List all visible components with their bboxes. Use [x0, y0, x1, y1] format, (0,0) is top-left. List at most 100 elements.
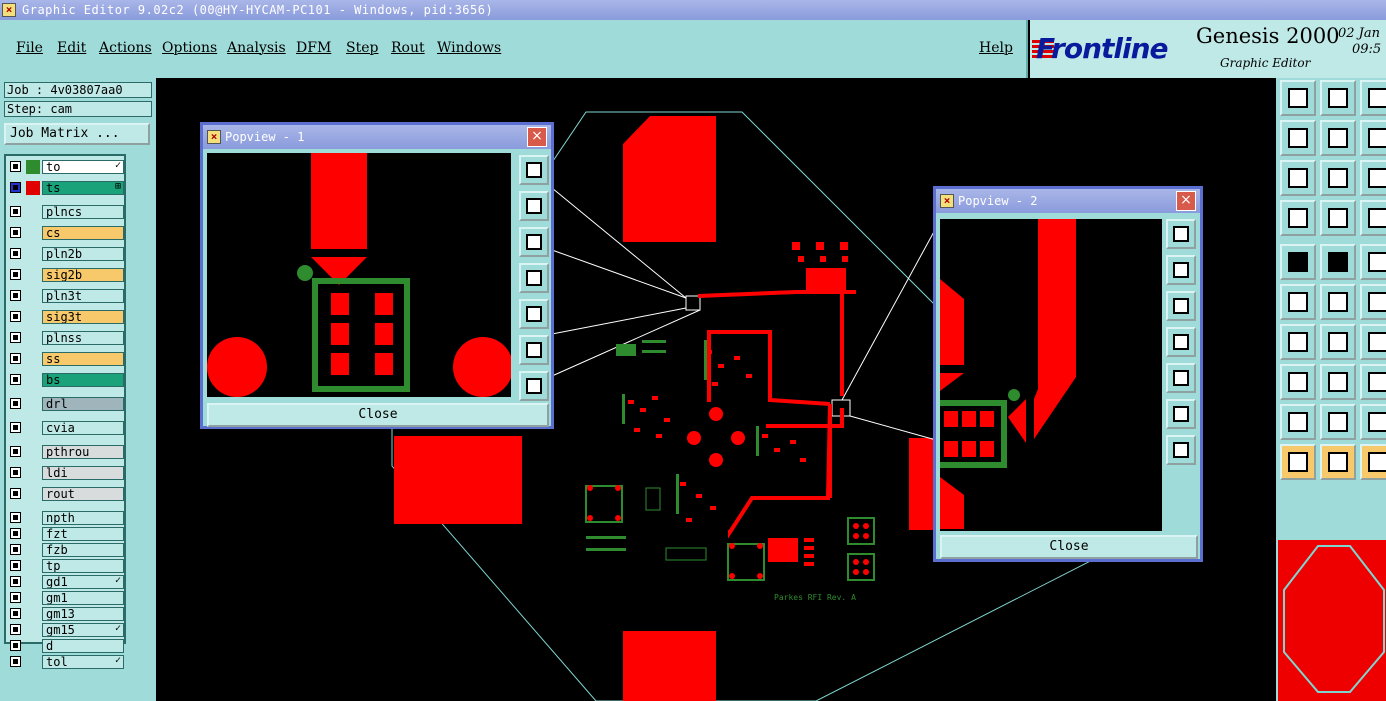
- home-tool-button[interactable]: [1360, 80, 1386, 116]
- layer-name[interactable]: plncs: [42, 205, 124, 219]
- display-settings-tool-button[interactable]: [1280, 200, 1316, 236]
- layer-checkbox[interactable]: [10, 161, 21, 172]
- layer-name[interactable]: fzb: [42, 543, 124, 557]
- layer-name[interactable]: pln2b: [42, 247, 124, 261]
- layer-checkbox[interactable]: [10, 656, 21, 667]
- select-tool-button[interactable]: [1280, 444, 1316, 480]
- overview-minimap[interactable]: [1278, 540, 1386, 701]
- popview-2-right-button[interactable]: [1166, 363, 1196, 393]
- popview-1-fit-button[interactable]: [519, 335, 549, 365]
- layer-row-gm1[interactable]: gm1: [8, 591, 124, 605]
- popview-2-view[interactable]: [940, 219, 1162, 531]
- popview-1-titlebar[interactable]: × Popview - 1 ×: [203, 125, 551, 149]
- slant-tool-button[interactable]: [1320, 324, 1356, 360]
- menu-edit[interactable]: Edit: [57, 40, 86, 56]
- layer-row-rout[interactable]: rout: [8, 487, 124, 501]
- menu-options[interactable]: Options: [162, 40, 217, 56]
- layer-name[interactable]: gm1: [42, 591, 124, 605]
- snap-tool-button[interactable]: [1360, 200, 1386, 236]
- grid-tool-button[interactable]: [1320, 200, 1356, 236]
- one-to-one-tool-button[interactable]: [1360, 160, 1386, 196]
- menu-dfm[interactable]: DFM: [296, 40, 331, 56]
- move-down-tool-button[interactable]: [1320, 80, 1356, 116]
- layer-checkbox[interactable]: [10, 422, 21, 433]
- menu-analysis[interactable]: Analysis: [227, 40, 286, 56]
- popview-2-zoom-button[interactable]: [1166, 219, 1196, 249]
- layer-name[interactable]: rout: [42, 487, 124, 501]
- layer-name[interactable]: tp: [42, 559, 124, 573]
- layer-checkbox[interactable]: [10, 182, 21, 193]
- layer-name[interactable]: ss: [42, 352, 124, 366]
- layer-checkbox[interactable]: [10, 353, 21, 364]
- layer-row-to[interactable]: to ✓: [8, 160, 124, 174]
- layer-name[interactable]: d: [42, 639, 124, 653]
- menu-windows[interactable]: Windows: [437, 40, 501, 56]
- popview-1-center-button[interactable]: [519, 371, 549, 401]
- layer-checkbox[interactable]: [10, 206, 21, 217]
- layer-row-drl[interactable]: drl: [8, 397, 124, 411]
- layer-row-npth[interactable]: npth: [8, 511, 124, 525]
- layer-name[interactable]: fzt: [42, 527, 124, 541]
- popview-2-down-button[interactable]: [1166, 291, 1196, 321]
- arrow-tool-button[interactable]: [1360, 284, 1386, 320]
- layer-checkbox[interactable]: [10, 576, 21, 587]
- layer-checkbox[interactable]: [10, 488, 21, 499]
- layer-checkbox[interactable]: [10, 467, 21, 478]
- layer-row-pln3t[interactable]: pln3t: [8, 289, 124, 303]
- layer-name[interactable]: npth: [42, 511, 124, 525]
- layer-checkbox[interactable]: [10, 311, 21, 322]
- layer-row-pln2b[interactable]: pln2b: [8, 247, 124, 261]
- popview-2-titlebar[interactable]: × Popview - 2 ×: [936, 189, 1200, 213]
- layer-checkbox[interactable]: [10, 446, 21, 457]
- layer-row-sig2b[interactable]: sig2b: [8, 268, 124, 282]
- layer-checkbox[interactable]: [10, 640, 21, 651]
- layer-row-bs[interactable]: bs: [8, 373, 124, 387]
- layer-checkbox[interactable]: [10, 269, 21, 280]
- layer-row-tp[interactable]: tp: [8, 559, 124, 573]
- snap-point-tool-button[interactable]: [1280, 364, 1316, 400]
- layer-checkbox[interactable]: [10, 290, 21, 301]
- popview-1-zoom-button[interactable]: [519, 155, 549, 185]
- layer-row-ts[interactable]: ts ⊞: [8, 181, 124, 195]
- measure-tool-button[interactable]: [1360, 244, 1386, 280]
- move-left-tool-button[interactable]: [1280, 120, 1316, 156]
- zoom-fit-tool-button[interactable]: [1280, 160, 1316, 196]
- popview-1-up-button[interactable]: [519, 191, 549, 221]
- layer-checkbox[interactable]: [10, 624, 21, 635]
- layer-row-gd1[interactable]: gd1 ✓: [8, 575, 124, 589]
- layer-name[interactable]: to: [42, 160, 124, 174]
- layer-name[interactable]: cs: [42, 226, 124, 240]
- cross-tool-button[interactable]: [1320, 284, 1356, 320]
- layer-name[interactable]: gd1: [42, 575, 124, 589]
- layer-row-gm13[interactable]: gm13: [8, 607, 124, 621]
- layer-row-gm15[interactable]: gm15 ✓: [8, 623, 124, 637]
- layer-name[interactable]: gm13: [42, 607, 124, 621]
- layer-name[interactable]: pln3t: [42, 289, 124, 303]
- angle-tool-button[interactable]: [1280, 324, 1316, 360]
- layer-name[interactable]: ldi: [42, 466, 124, 480]
- layer-row-ldi[interactable]: ldi: [8, 466, 124, 480]
- peak-tool-button[interactable]: [1320, 404, 1356, 440]
- layer-row-fzb[interactable]: fzb: [8, 543, 124, 557]
- layer-checkbox[interactable]: [10, 608, 21, 619]
- layer-name[interactable]: ts: [42, 181, 124, 195]
- menu-step[interactable]: Step: [346, 40, 378, 56]
- layer-checkbox[interactable]: [10, 528, 21, 539]
- layer-row-plncs[interactable]: plncs: [8, 205, 124, 219]
- layer-checkbox[interactable]: [10, 248, 21, 259]
- window-titlebar[interactable]: × Graphic Editor 9.02c2 (00@HY-HYCAM-PC1…: [0, 0, 1386, 20]
- layer-name[interactable]: drl: [42, 397, 124, 411]
- select-box-tool-button[interactable]: [1320, 444, 1356, 480]
- popview-1-window[interactable]: × Popview - 1 × Close: [200, 122, 554, 429]
- move-right-tool-button[interactable]: [1320, 120, 1356, 156]
- layer-name[interactable]: gm15: [42, 623, 124, 637]
- move-up-tool-button[interactable]: [1280, 80, 1316, 116]
- connect-tool-button[interactable]: [1280, 284, 1316, 320]
- layer-checkbox[interactable]: [10, 332, 21, 343]
- layer-row-sig3t[interactable]: sig3t: [8, 310, 124, 324]
- layer-row-cs[interactable]: cs: [8, 226, 124, 240]
- layer-name[interactable]: tol: [42, 655, 124, 669]
- layer-row-fzt[interactable]: fzt: [8, 527, 124, 541]
- menu-actions[interactable]: Actions: [99, 40, 152, 56]
- align-tool-button[interactable]: [1360, 364, 1386, 400]
